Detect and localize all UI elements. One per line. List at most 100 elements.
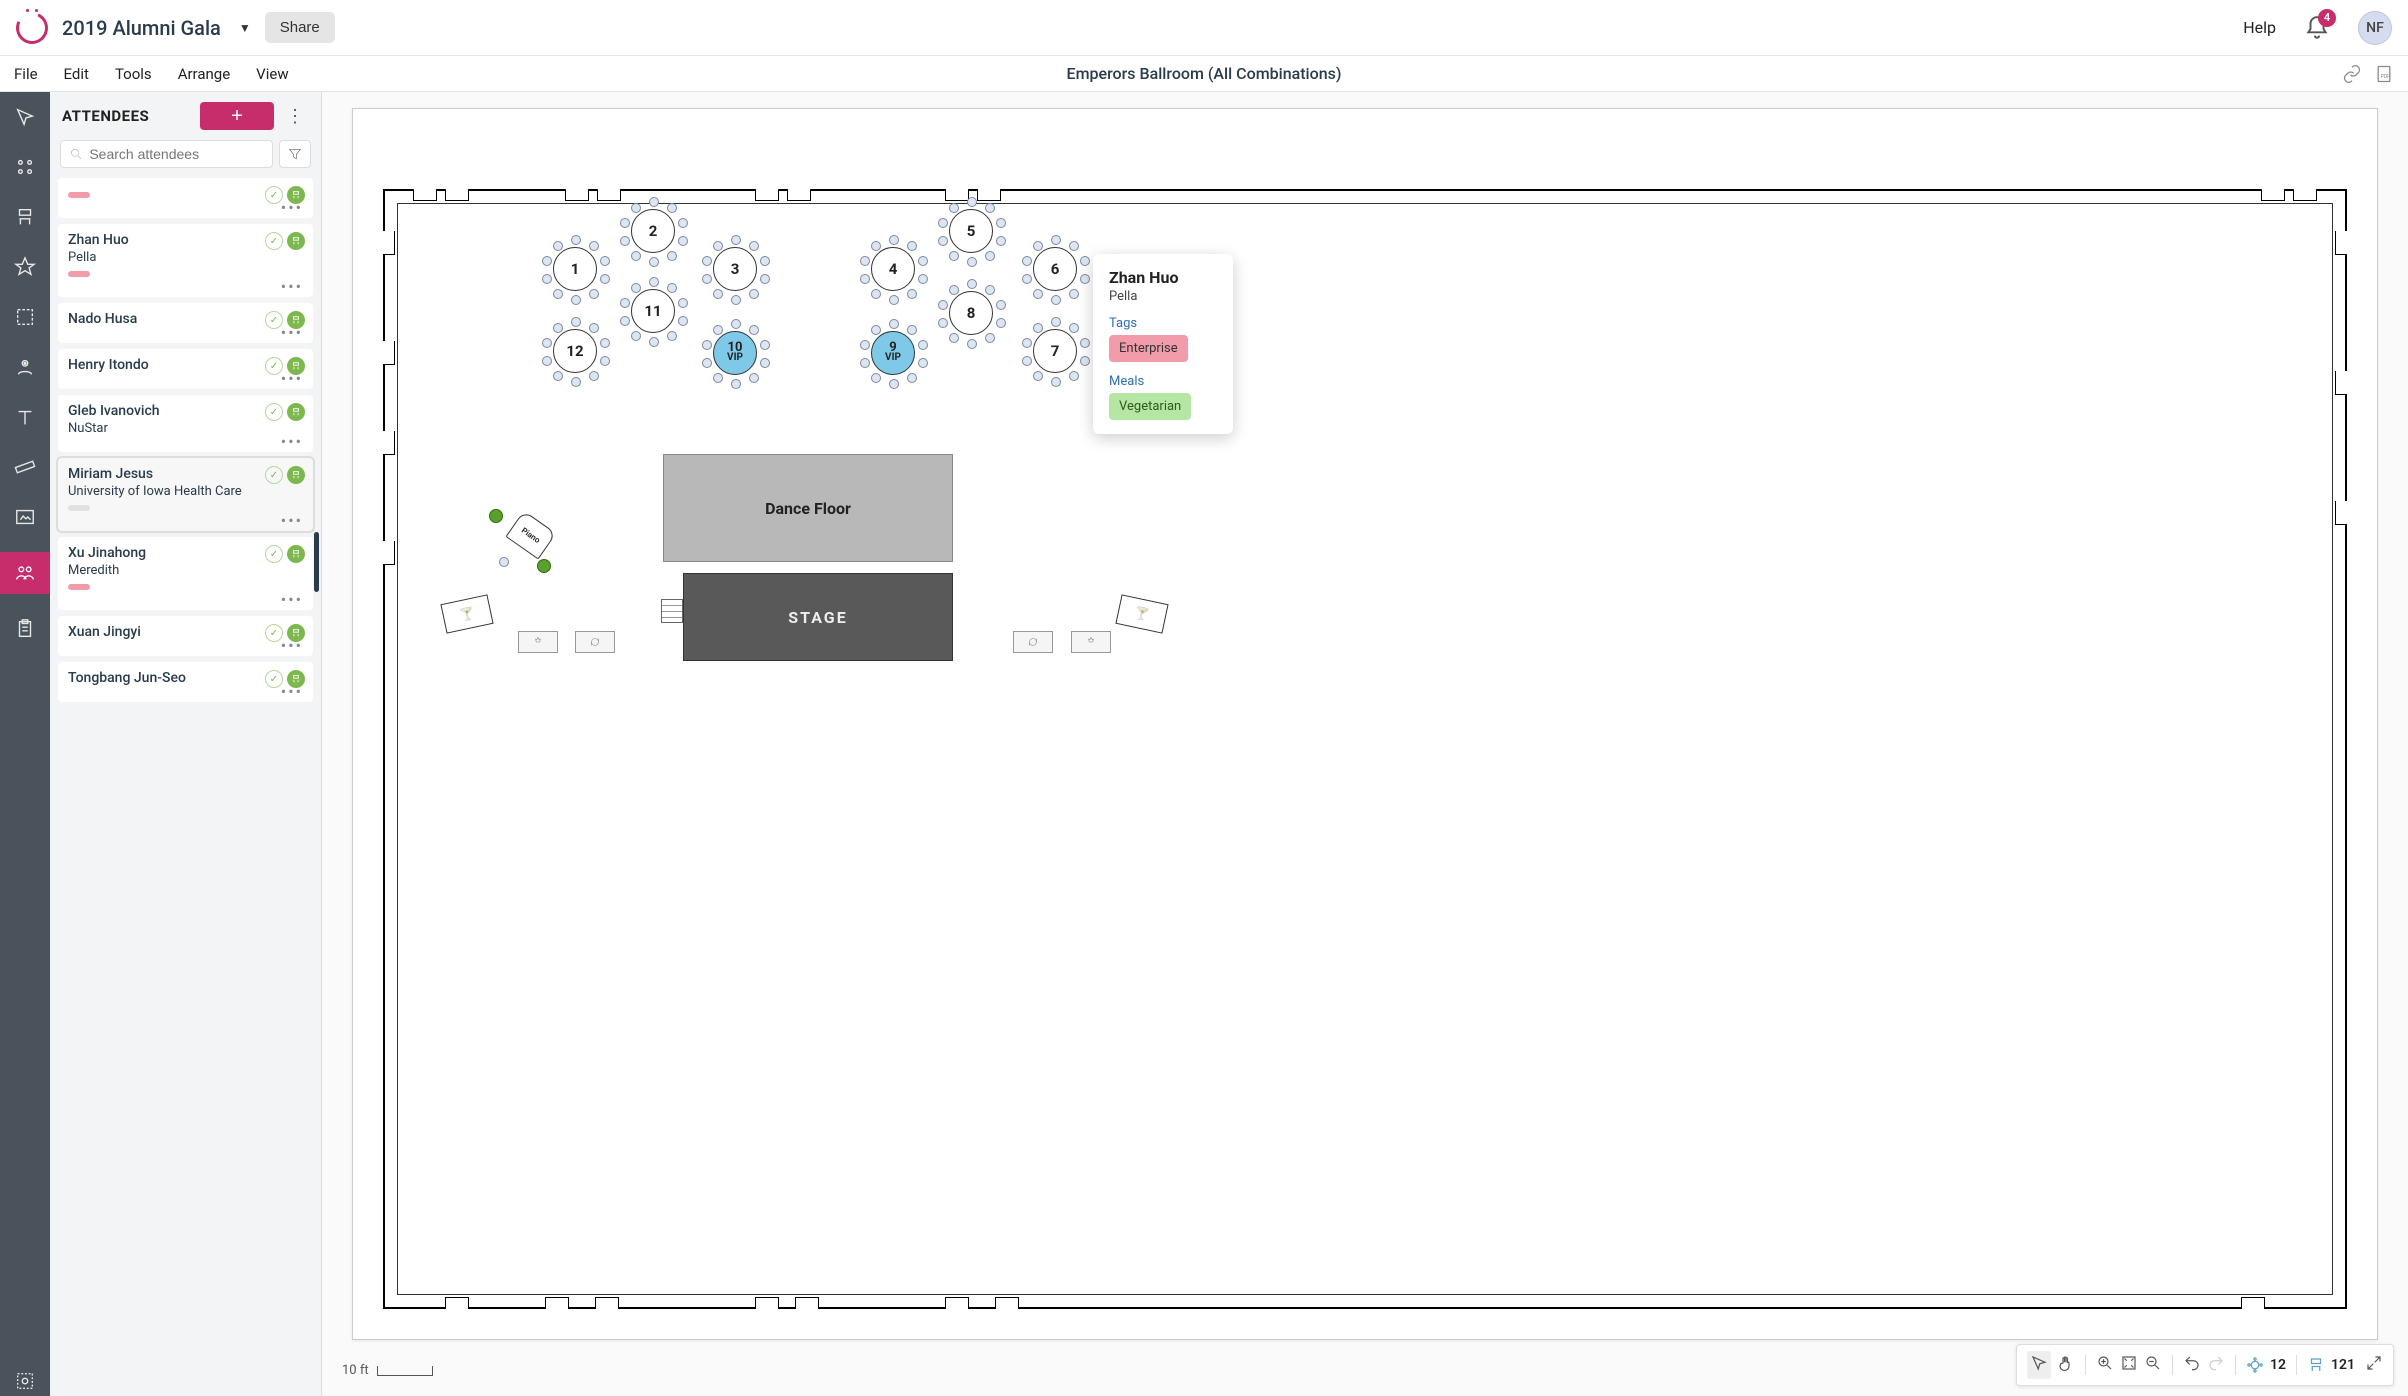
tool-attendees[interactable] bbox=[0, 552, 50, 594]
tool-chair[interactable] bbox=[10, 202, 40, 232]
card-more-icon[interactable]: ••• bbox=[68, 375, 303, 383]
tool-rail bbox=[0, 92, 50, 1396]
menu-tools[interactable]: Tools bbox=[115, 65, 152, 83]
undo-icon[interactable] bbox=[2183, 1354, 2201, 1376]
table-2[interactable]: 2 bbox=[631, 209, 675, 253]
zoom-in-icon[interactable] bbox=[2096, 1354, 2114, 1376]
canvas-area[interactable]: 123456789VIP10VIP1112 Dance Floor STAGE … bbox=[322, 92, 2408, 1396]
seat-count-icon bbox=[2307, 1356, 2325, 1374]
table-6[interactable]: 6 bbox=[1033, 247, 1077, 291]
card-more-icon[interactable]: ••• bbox=[68, 204, 303, 212]
tool-text[interactable] bbox=[10, 402, 40, 432]
tool-pointer[interactable] bbox=[10, 102, 40, 132]
attendee-card[interactable]: Xu JinahongMeredith••• bbox=[58, 537, 313, 610]
attendee-card[interactable]: ••• bbox=[58, 178, 313, 218]
plant-1[interactable] bbox=[489, 509, 503, 523]
app-logo[interactable] bbox=[16, 12, 48, 44]
table-11[interactable]: 11 bbox=[631, 289, 675, 333]
buffet-table-1[interactable] bbox=[518, 631, 558, 653]
scrollbar-thumb[interactable] bbox=[314, 532, 319, 592]
card-more-icon[interactable]: ••• bbox=[68, 329, 303, 337]
redo-icon[interactable] bbox=[2207, 1354, 2225, 1376]
menu-bar: File Edit Tools Arrange View Emperors Ba… bbox=[0, 56, 2408, 92]
filter-button[interactable] bbox=[279, 140, 311, 168]
tool-settings[interactable] bbox=[10, 1366, 40, 1396]
buffet-table-2[interactable] bbox=[575, 631, 615, 653]
tool-select-box[interactable] bbox=[10, 302, 40, 332]
attendee-tag-pill bbox=[68, 271, 90, 277]
link-icon[interactable] bbox=[2342, 64, 2362, 84]
table-12[interactable]: 12 bbox=[553, 329, 597, 373]
attendee-card[interactable]: Gleb IvanovichNuStar••• bbox=[58, 395, 313, 452]
attendee-card[interactable]: Henry Itondo••• bbox=[58, 349, 313, 389]
floorplan-canvas[interactable]: 123456789VIP10VIP1112 Dance Floor STAGE … bbox=[352, 108, 2378, 1340]
table-8[interactable]: 8 bbox=[949, 291, 993, 335]
panel-more-icon[interactable]: ⋮ bbox=[282, 106, 309, 127]
table-5[interactable]: 5 bbox=[949, 209, 993, 253]
scale-label-text: 10 ft bbox=[342, 1363, 369, 1378]
buffet-table-3[interactable] bbox=[1013, 631, 1053, 653]
search-input-wrapper[interactable] bbox=[60, 140, 273, 168]
table-3[interactable]: 3 bbox=[713, 247, 757, 291]
menu-edit[interactable]: Edit bbox=[64, 65, 89, 83]
tool-assign[interactable] bbox=[10, 352, 40, 382]
card-more-icon[interactable]: ••• bbox=[68, 283, 303, 291]
top-header: 2019 Alumni Gala ▼ Share Help 4 NF bbox=[0, 0, 2408, 56]
table-count: 12 bbox=[2270, 1357, 2286, 1373]
tool-ruler[interactable] bbox=[10, 452, 40, 482]
card-more-icon[interactable]: ••• bbox=[68, 642, 303, 650]
menu-arrange[interactable]: Arrange bbox=[178, 65, 230, 83]
menu-file[interactable]: File bbox=[14, 65, 38, 83]
attendee-tag-pill bbox=[68, 505, 90, 511]
seated-icon bbox=[287, 670, 305, 688]
table-9[interactable]: 9VIP bbox=[871, 331, 915, 375]
stage[interactable]: STAGE bbox=[683, 573, 953, 661]
bottom-tool-pointer[interactable] bbox=[2027, 1351, 2051, 1379]
card-more-icon[interactable]: ••• bbox=[68, 517, 303, 525]
card-more-icon[interactable]: ••• bbox=[68, 688, 303, 696]
share-button[interactable]: Share bbox=[265, 12, 335, 43]
notifications-bell[interactable]: 4 bbox=[2304, 15, 2330, 41]
search-input[interactable] bbox=[89, 146, 264, 162]
attendee-card[interactable]: Xuan Jingyi••• bbox=[58, 616, 313, 656]
buffet-table-4[interactable] bbox=[1071, 631, 1111, 653]
tool-shapes[interactable] bbox=[10, 152, 40, 182]
event-dropdown-caret[interactable]: ▼ bbox=[239, 21, 251, 35]
table-10[interactable]: 10VIP bbox=[713, 331, 757, 375]
add-attendee-button[interactable]: + bbox=[200, 102, 274, 130]
expand-icon[interactable] bbox=[2365, 1354, 2383, 1376]
pdf-icon[interactable]: PDF bbox=[2374, 64, 2394, 84]
dance-floor[interactable]: Dance Floor bbox=[663, 454, 953, 562]
check-icon bbox=[265, 624, 283, 642]
tool-star[interactable] bbox=[10, 252, 40, 282]
bottom-tool-hand[interactable] bbox=[2057, 1354, 2075, 1376]
tool-image[interactable] bbox=[10, 502, 40, 532]
card-more-icon[interactable]: ••• bbox=[68, 596, 303, 604]
attendee-card[interactable]: Zhan HuoPella••• bbox=[58, 224, 313, 297]
attendee-info-card: Zhan Huo Pella Tags Enterprise Meals Veg… bbox=[1093, 254, 1233, 434]
card-more-icon[interactable]: ••• bbox=[68, 438, 303, 446]
info-card-sub: Pella bbox=[1109, 289, 1217, 304]
zoom-out-icon[interactable] bbox=[2144, 1354, 2162, 1376]
tool-clipboard[interactable] bbox=[10, 614, 40, 644]
panel-title: ATTENDEES bbox=[62, 107, 192, 125]
attendee-card[interactable]: Nado Husa••• bbox=[58, 303, 313, 343]
user-avatar[interactable]: NF bbox=[2358, 11, 2392, 45]
seat-count: 121 bbox=[2331, 1357, 2355, 1373]
menu-view[interactable]: View bbox=[256, 65, 288, 83]
plant-2[interactable] bbox=[537, 559, 551, 573]
table-7[interactable]: 7 bbox=[1033, 329, 1077, 373]
attendee-card[interactable]: Tongbang Jun-Seo••• bbox=[58, 662, 313, 702]
table-1[interactable]: 1 bbox=[553, 247, 597, 291]
check-icon bbox=[265, 357, 283, 375]
check-icon bbox=[265, 186, 283, 204]
info-card-tags-label: Tags bbox=[1109, 316, 1217, 331]
help-link[interactable]: Help bbox=[2243, 18, 2276, 37]
piano-stool[interactable] bbox=[499, 557, 509, 567]
scale-bar bbox=[377, 1366, 433, 1376]
seated-icon bbox=[287, 403, 305, 421]
attendee-list[interactable]: •••Zhan HuoPella•••Nado Husa•••Henry Ito… bbox=[50, 178, 321, 1396]
table-4[interactable]: 4 bbox=[871, 247, 915, 291]
zoom-fit-icon[interactable] bbox=[2120, 1354, 2138, 1376]
attendee-card[interactable]: Miriam JesusUniversity of Iowa Health Ca… bbox=[58, 458, 313, 531]
